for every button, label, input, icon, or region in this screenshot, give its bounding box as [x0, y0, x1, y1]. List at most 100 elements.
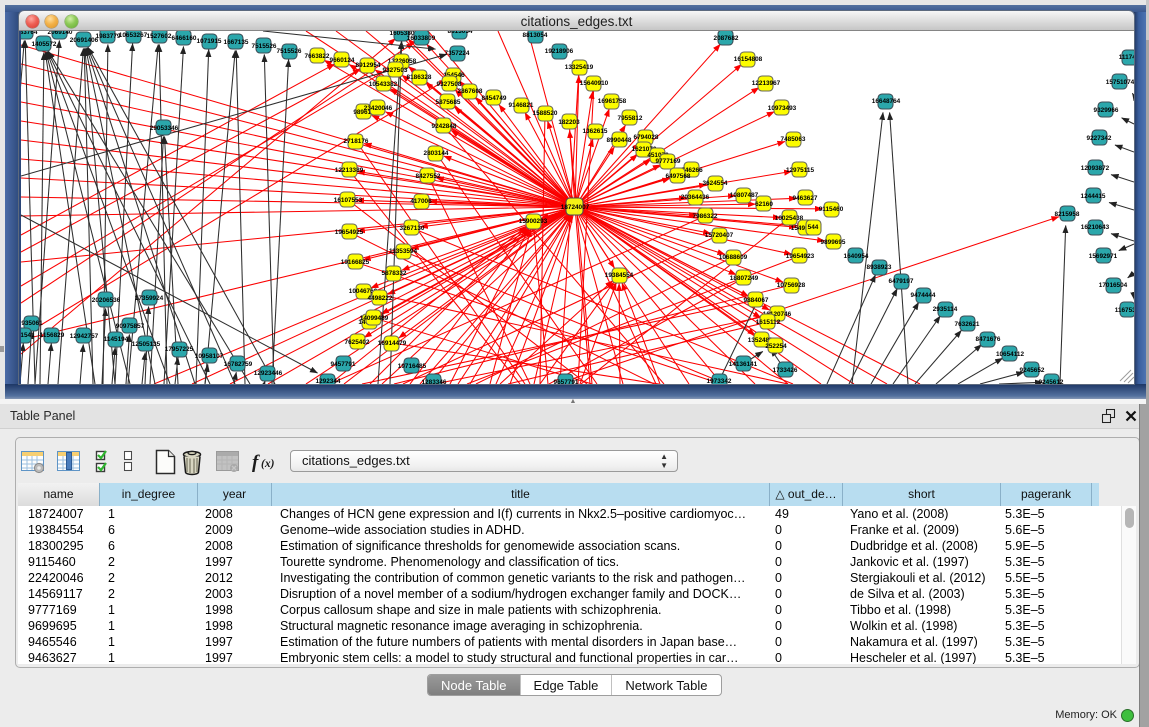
- svg-text:16914479: 16914479: [378, 340, 407, 347]
- svg-text:12213389: 12213389: [335, 167, 364, 174]
- svg-text:391541: 391541: [21, 332, 35, 339]
- svg-text:16210643: 16210643: [1081, 224, 1110, 231]
- svg-text:19654923: 19654923: [786, 253, 815, 260]
- svg-text:10958107: 10958107: [195, 353, 224, 360]
- svg-text:9899695: 9899695: [821, 239, 846, 246]
- svg-text:16154808: 16154808: [734, 56, 763, 63]
- svg-text:9327508: 9327508: [437, 81, 462, 88]
- svg-text:19218906: 19218906: [545, 48, 574, 55]
- svg-text:90975857: 90975857: [116, 323, 145, 330]
- svg-text:8215958: 8215958: [1055, 211, 1080, 218]
- svg-text:15692971: 15692971: [1089, 253, 1118, 260]
- svg-text:1362615: 1362615: [583, 128, 608, 135]
- svg-text:29053346: 29053346: [150, 125, 179, 132]
- svg-text:10756928: 10756928: [777, 282, 806, 289]
- svg-text:111745: 111745: [1119, 54, 1134, 61]
- svg-text:10654112: 10654112: [996, 351, 1025, 358]
- svg-text:9457791: 9457791: [331, 361, 356, 368]
- svg-text:5878332: 5878332: [382, 270, 407, 277]
- svg-text:9115460: 9115460: [819, 206, 844, 213]
- svg-text:9146821: 9146821: [509, 102, 534, 109]
- svg-text:1588520: 1588520: [533, 110, 558, 117]
- svg-text:7955812: 7955812: [618, 115, 643, 122]
- svg-text:9463627: 9463627: [793, 195, 818, 202]
- svg-text:9245652: 9245652: [1020, 367, 1045, 374]
- svg-text:3267130: 3267130: [400, 225, 425, 232]
- svg-text:15900293: 15900293: [519, 218, 548, 225]
- svg-text:2087682: 2087682: [714, 35, 739, 42]
- svg-text:8990448: 8990448: [607, 137, 632, 144]
- svg-text:2069140: 2069140: [48, 31, 73, 36]
- svg-text:8912954: 8912954: [356, 62, 381, 69]
- svg-text:935061: 935061: [21, 320, 43, 327]
- svg-text:10688609: 10688609: [719, 254, 748, 261]
- svg-text:1640954: 1640954: [844, 253, 869, 260]
- svg-text:19716485: 19716485: [398, 363, 427, 370]
- svg-text:9474444: 9474444: [911, 292, 936, 299]
- svg-text:17957225: 17957225: [165, 346, 194, 353]
- svg-text:7663822: 7663822: [305, 53, 330, 60]
- svg-text:18724007: 18724007: [561, 204, 590, 211]
- svg-text:252254: 252254: [765, 343, 787, 350]
- svg-text:1733426: 1733426: [773, 367, 798, 374]
- svg-text:10653267: 10653267: [119, 32, 148, 39]
- svg-text:1527602: 1527602: [147, 33, 172, 40]
- svg-text:7485063: 7485063: [781, 136, 806, 143]
- svg-text:2803144: 2803144: [424, 150, 449, 157]
- svg-text:16107553: 16107553: [334, 197, 363, 204]
- svg-text:(x): (x): [261, 458, 275, 470]
- svg-text:10543382: 10543382: [369, 81, 398, 88]
- svg-text:12093872: 12093872: [1081, 165, 1110, 172]
- svg-text:9245612: 9245612: [1039, 379, 1064, 384]
- svg-text:20206536: 20206536: [92, 297, 121, 304]
- svg-text:16782759: 16782759: [224, 361, 253, 368]
- svg-text:11353594: 11353594: [389, 248, 418, 255]
- svg-text:18807249: 18807249: [730, 275, 759, 282]
- svg-text:9242848: 9242848: [432, 123, 457, 130]
- svg-text:9329966: 9329966: [1094, 107, 1119, 114]
- svg-text:8454749: 8454749: [482, 95, 507, 102]
- svg-text:8813054: 8813054: [448, 31, 473, 35]
- svg-text:1615112: 1615112: [756, 319, 781, 326]
- svg-text:1983779: 1983779: [96, 33, 121, 40]
- svg-text:182203: 182203: [558, 119, 580, 126]
- svg-text:8471676: 8471676: [976, 336, 1001, 343]
- svg-text:2935114: 2935114: [933, 306, 958, 313]
- svg-text:20364436: 20364436: [681, 194, 710, 201]
- svg-text:17016504: 17016504: [1099, 282, 1128, 289]
- svg-text:7632621: 7632621: [955, 321, 980, 328]
- svg-text:15720407: 15720407: [705, 232, 734, 239]
- svg-text:1244415: 1244415: [1081, 193, 1106, 200]
- svg-text:1167533: 1167533: [1115, 307, 1134, 314]
- svg-text:2867608: 2867608: [458, 88, 483, 95]
- svg-text:9327503: 9327503: [383, 67, 408, 74]
- svg-text:1156829: 1156829: [40, 332, 65, 339]
- svg-text:10807487: 10807487: [730, 192, 759, 199]
- svg-text:17359924: 17359924: [135, 295, 164, 302]
- svg-text:14099489: 14099489: [360, 315, 389, 322]
- svg-text:16961758: 16961758: [598, 98, 627, 105]
- svg-text:10973493: 10973493: [768, 105, 797, 112]
- svg-text:7986322: 7986322: [693, 213, 718, 220]
- svg-text:12505135: 12505135: [132, 341, 161, 348]
- svg-text:6479197: 6479197: [889, 278, 914, 285]
- svg-text:16648764: 16648764: [872, 98, 901, 105]
- svg-text:1283346: 1283346: [422, 379, 447, 384]
- svg-text:1983764: 1983764: [21, 31, 38, 36]
- svg-text:16033809: 16033809: [407, 35, 436, 42]
- svg-text:9660124: 9660124: [330, 57, 355, 64]
- svg-text:2718176: 2718176: [344, 138, 369, 145]
- svg-text:8813054: 8813054: [523, 32, 548, 39]
- svg-text:9777169: 9777169: [656, 158, 681, 165]
- svg-text:7625402: 7625402: [345, 339, 370, 346]
- svg-text:9884067: 9884067: [744, 297, 769, 304]
- svg-text:8427552: 8427552: [416, 173, 441, 180]
- svg-text:8186328: 8186328: [407, 74, 432, 81]
- svg-text:19384554: 19384554: [605, 272, 634, 279]
- svg-text:20691406: 20691406: [70, 37, 99, 44]
- svg-text:15640910: 15640910: [580, 80, 609, 87]
- svg-text:6466160: 6466160: [172, 35, 197, 42]
- svg-text:9227342: 9227342: [1087, 135, 1112, 142]
- svg-text:8938923: 8938923: [867, 264, 892, 271]
- svg-text:f: f: [252, 452, 260, 473]
